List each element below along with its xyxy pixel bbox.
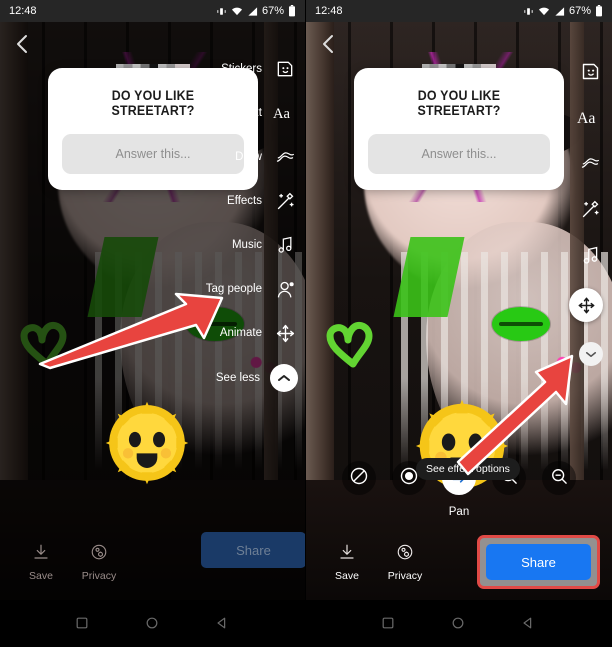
animate-move-icon: [272, 320, 298, 346]
effects-wand-icon: [577, 196, 603, 222]
home-circle-icon[interactable]: [145, 616, 161, 632]
share-button-highlight: Share: [477, 535, 600, 589]
battery-percent: 67%: [261, 5, 284, 17]
draw-squiggle-icon: [577, 150, 603, 176]
sun-emoji-sticker[interactable]: [104, 400, 190, 486]
rail-label-effects: Effects: [227, 195, 262, 207]
save-label: Save: [335, 569, 359, 582]
rail-item-text[interactable]: Aa: [577, 104, 603, 130]
back-triangle-icon[interactable]: [215, 616, 231, 632]
rail-item-draw[interactable]: [577, 150, 603, 176]
rail-item-text[interactable]: Text Aa: [241, 100, 298, 126]
battery-percent: 67%: [568, 5, 591, 17]
draw-squiggle-icon: [272, 144, 298, 170]
privacy-label: Privacy: [81, 569, 117, 582]
green-heart-doodle: [324, 312, 382, 370]
text-aa-icon: Aa: [272, 100, 298, 126]
question-sticker-title: DO YOU LIKE STREETART?: [417, 88, 501, 118]
svg-text:Aa: Aa: [577, 110, 595, 127]
tag-person-icon: [272, 276, 298, 302]
rail-item-stickers[interactable]: [577, 58, 603, 84]
dual-screenshot-comparison: 12:48 67% DO YOU LIKE STREETART? Answer …: [0, 0, 612, 647]
save-label: Save: [29, 569, 53, 582]
left-phone-screen: 12:48 67% DO YOU LIKE STREETART? Answer …: [0, 0, 306, 647]
share-button[interactable]: Share: [486, 544, 591, 580]
recents-square-icon[interactable]: [75, 616, 91, 632]
battery-icon: [595, 5, 603, 17]
sticker-face-icon: [272, 56, 298, 82]
rail-item-stickers[interactable]: Stickers: [221, 56, 298, 82]
bottom-action-bar: Save Privacy Share: [306, 532, 612, 592]
gear-icon: [396, 543, 414, 566]
back-button[interactable]: [316, 32, 340, 56]
back-button[interactable]: [10, 32, 34, 56]
download-icon: [32, 543, 50, 566]
share-button[interactable]: Share: [201, 532, 305, 568]
status-time: 12:48: [315, 5, 343, 17]
no-effect-slash-icon: [349, 466, 369, 491]
status-bar: 12:48 67%: [306, 0, 612, 22]
svg-text:Aa: Aa: [273, 106, 291, 122]
right-phone-screen: 12:48 67% DO YOU LIKE STREETART? Answer …: [306, 0, 612, 647]
gear-icon: [90, 543, 108, 566]
rail-item-effects[interactable]: Effects: [227, 188, 298, 214]
bottom-action-bar: Save Privacy Share: [0, 532, 305, 592]
animate-move-icon: [569, 288, 603, 322]
rail-label-music: Music: [231, 239, 262, 251]
home-circle-icon[interactable]: [451, 616, 467, 632]
privacy-label: Privacy: [387, 569, 423, 582]
save-button[interactable]: Save: [12, 543, 70, 582]
rail-item-animate[interactable]: Animate: [220, 320, 298, 346]
effects-wand-icon: [272, 188, 298, 214]
sticker-face-icon: [577, 58, 603, 84]
rail-item-music[interactable]: [577, 242, 603, 268]
rail-item-music[interactable]: Music: [232, 232, 298, 258]
privacy-button[interactable]: Privacy: [376, 543, 434, 582]
status-time: 12:48: [9, 5, 37, 17]
music-note-icon: [577, 242, 603, 268]
vibrate-icon: [523, 6, 534, 17]
rail-label-animate: Animate: [219, 327, 262, 339]
question-sticker[interactable]: DO YOU LIKE STREETART? Answer this...: [354, 68, 564, 190]
rail-label-draw: Draw: [235, 151, 262, 163]
vibrate-icon: [216, 6, 227, 17]
annotation-arrow-to-pan: [440, 352, 585, 487]
rail-label-text: Text: [240, 107, 262, 119]
android-nav-bar: [0, 600, 305, 647]
annotation-arrow-to-animate: [36, 290, 226, 375]
battery-icon: [288, 5, 296, 17]
chevron-up-icon: [270, 364, 298, 392]
android-nav-bar: [306, 600, 612, 647]
rail-item-effects[interactable]: [577, 196, 603, 222]
recents-square-icon[interactable]: [381, 616, 397, 632]
story-editor-canvas[interactable]: DO YOU LIKE STREETART? Answer this... St…: [0, 22, 305, 600]
tool-rail: Aa: [569, 58, 612, 366]
music-note-icon: [272, 232, 298, 258]
signal-icon: [554, 6, 565, 17]
save-button[interactable]: Save: [318, 543, 376, 582]
signal-icon: [247, 6, 258, 17]
rail-item-see-less[interactable]: See less: [216, 364, 298, 392]
wifi-icon: [538, 6, 550, 17]
privacy-button[interactable]: Privacy: [70, 543, 128, 582]
download-icon: [338, 543, 356, 566]
rail-item-draw[interactable]: Draw: [235, 144, 298, 170]
status-bar: 12:48 67%: [0, 0, 305, 22]
wifi-icon: [231, 6, 243, 17]
effect-option-none[interactable]: [342, 461, 376, 495]
rail-item-animate[interactable]: [569, 288, 603, 322]
effect-selected-label: Pan: [448, 506, 470, 518]
rail-label-stickers: Stickers: [221, 63, 262, 75]
back-triangle-icon[interactable]: [521, 616, 537, 632]
text-aa-icon: Aa: [577, 104, 603, 130]
question-sticker-answer-field[interactable]: Answer this...: [368, 134, 550, 174]
story-editor-canvas[interactable]: DO YOU LIKE STREETART? Answer this... Aa: [306, 22, 612, 600]
